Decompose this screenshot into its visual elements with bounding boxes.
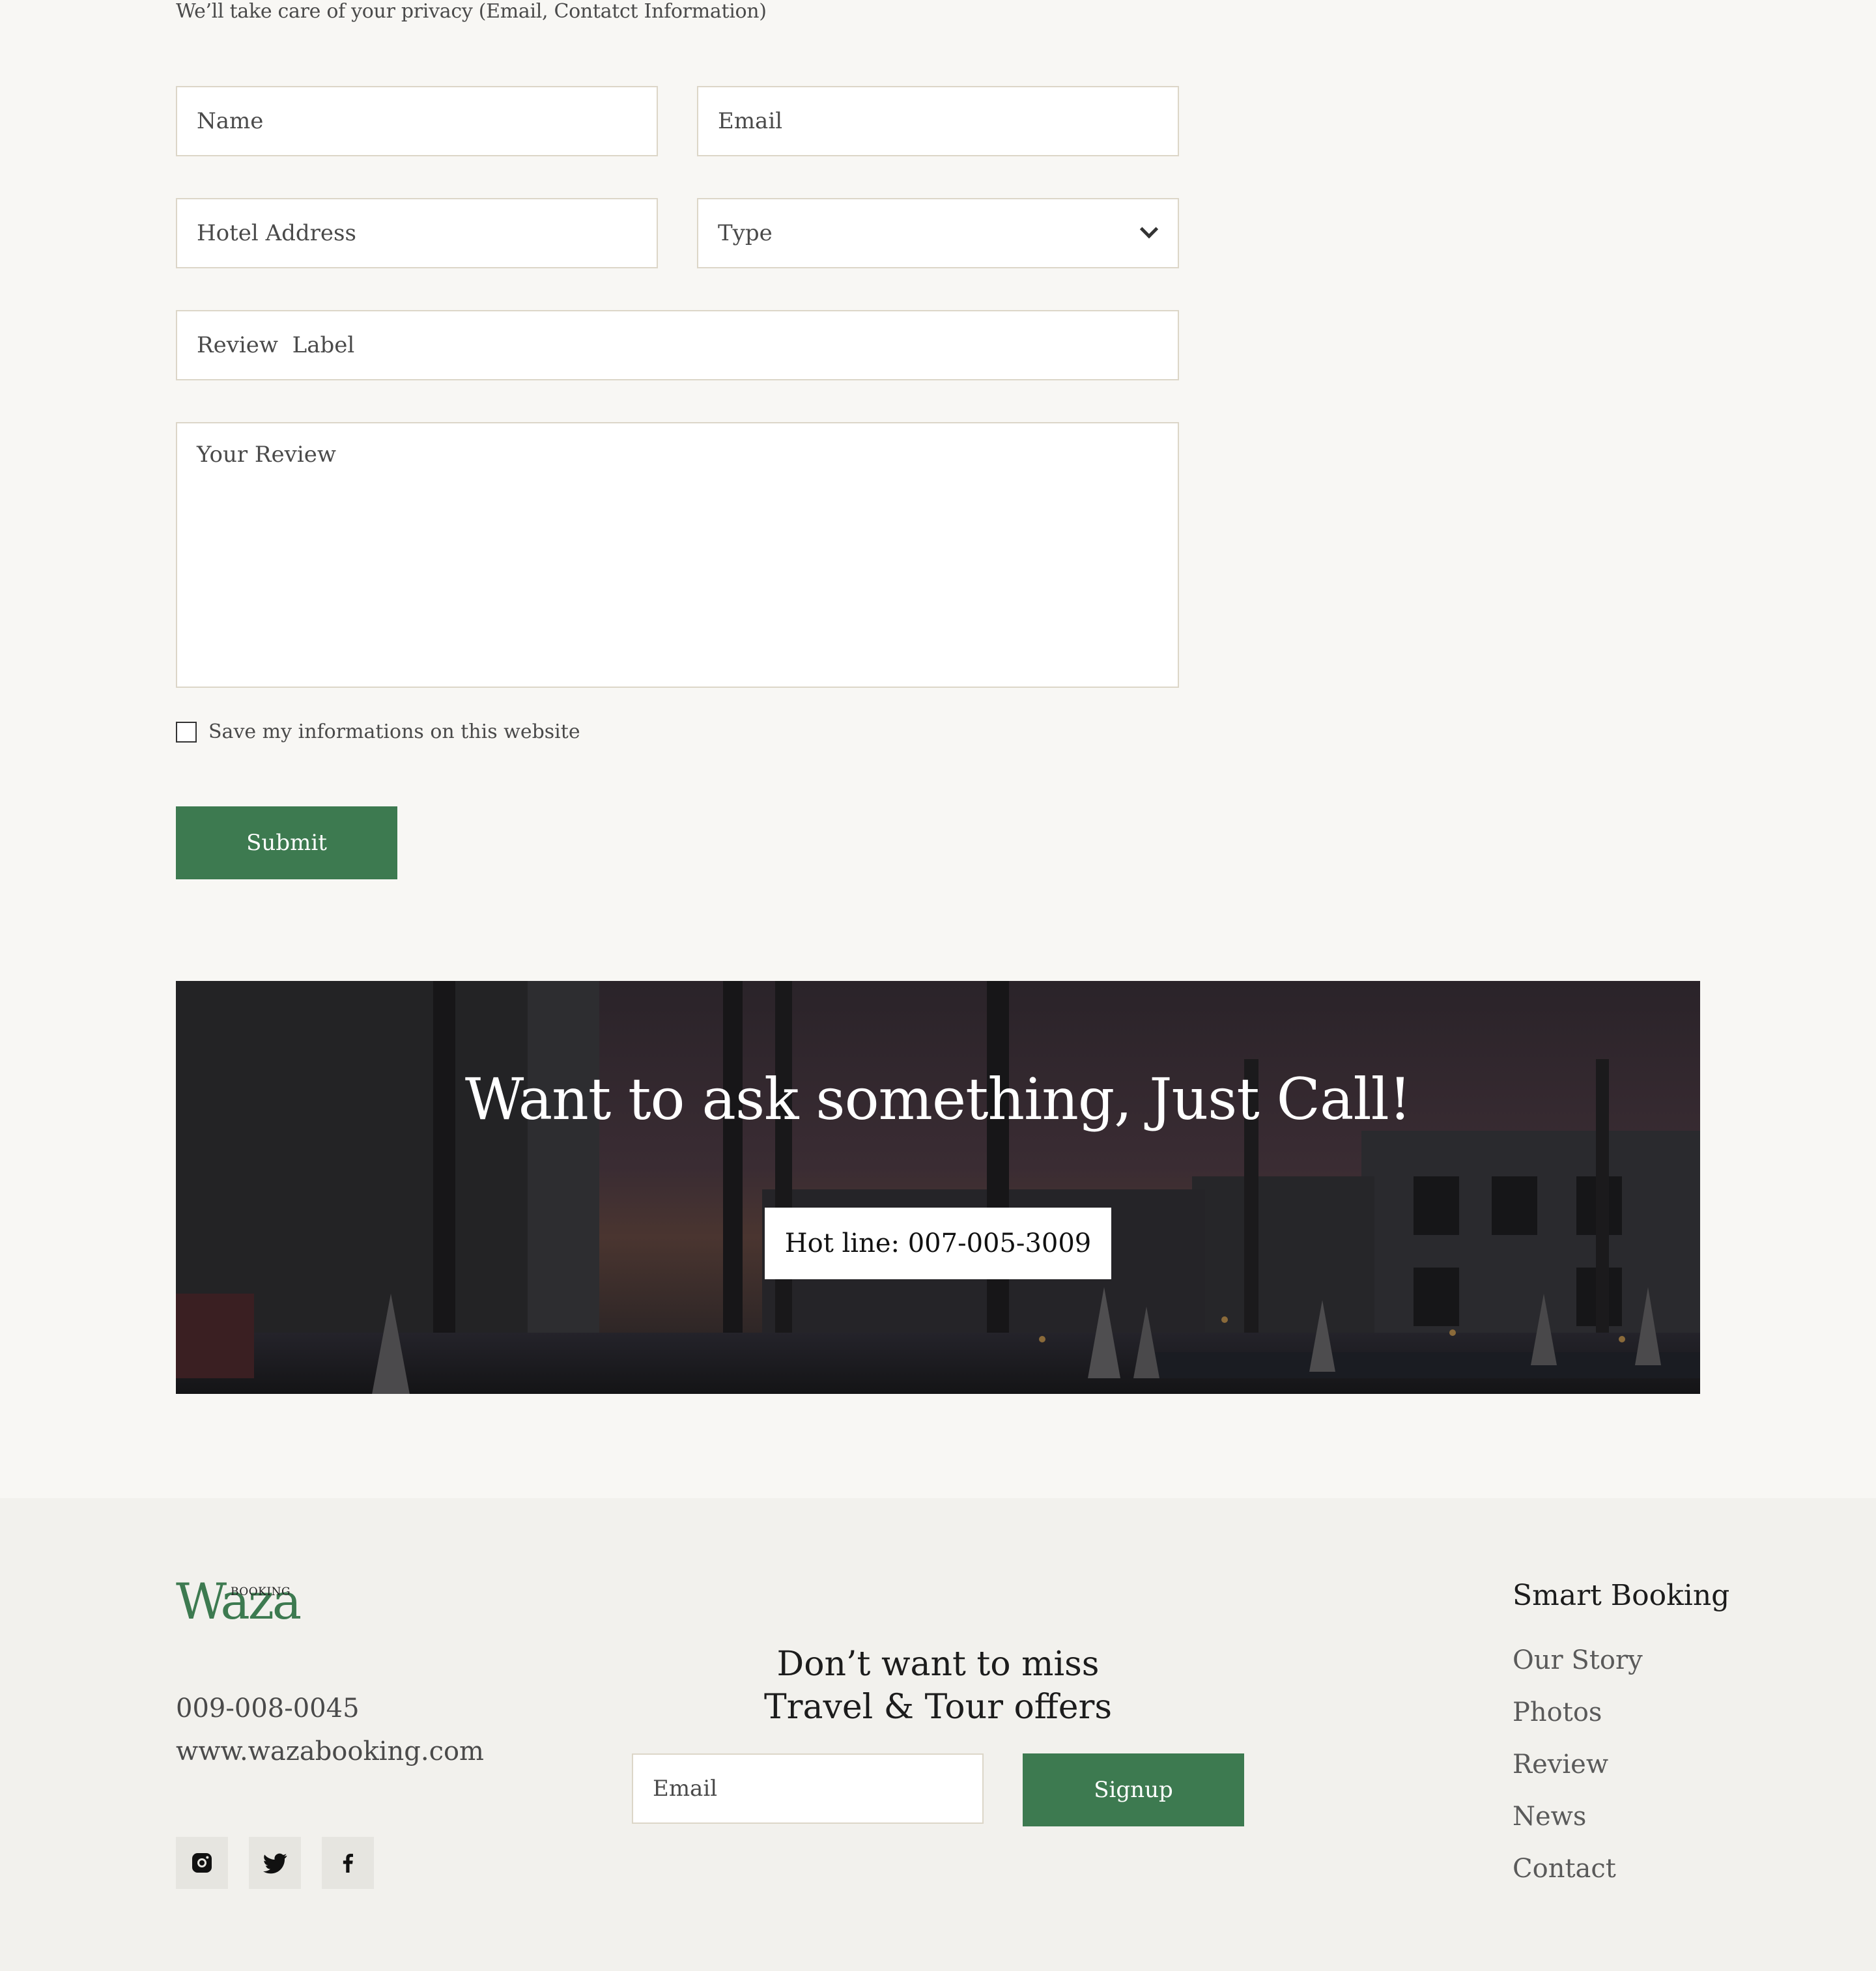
save-info-label: Save my informations on this website: [208, 720, 580, 743]
submit-button[interactable]: Submit: [176, 806, 397, 879]
footer-link-news[interactable]: News: [1513, 1802, 1586, 1832]
newsletter-title-line2: Travel & Tour offers: [763, 1688, 1113, 1727]
logo-text: Waza: [176, 1572, 302, 1630]
type-select[interactable]: Type: [697, 198, 1179, 268]
hotel-address-field[interactable]: [176, 198, 658, 268]
waza-logo[interactable]: Waza BOOKING: [176, 1572, 302, 1630]
footer-links-title: Smart Booking: [1513, 1579, 1730, 1612]
twitter-icon[interactable]: [249, 1837, 301, 1889]
hotline-button[interactable]: Hot line: 007-005-3009: [765, 1208, 1111, 1279]
type-select-value: Type: [718, 220, 773, 246]
footer-link-review[interactable]: Review: [1513, 1750, 1608, 1780]
footer-link-our-story[interactable]: Our Story: [1513, 1645, 1643, 1675]
review-label-field[interactable]: [176, 310, 1179, 380]
banner-title: Want to ask something, Just Call!: [464, 1066, 1412, 1133]
newsletter-email-field[interactable]: [632, 1753, 984, 1824]
review-label-input[interactable]: [177, 311, 1178, 379]
name-field[interactable]: [176, 86, 658, 156]
newsletter-email-input[interactable]: [633, 1755, 982, 1822]
footer-website[interactable]: www.wazabooking.com: [176, 1737, 484, 1766]
instagram-icon[interactable]: [176, 1837, 228, 1889]
name-input[interactable]: [177, 87, 657, 155]
footer: Waza BOOKING 009-008-0045 www.wazabookin…: [0, 1498, 1876, 1971]
save-info-checkbox[interactable]: [176, 721, 197, 743]
review-textarea[interactable]: [177, 423, 1178, 687]
footer-phone: 009-008-0045: [176, 1694, 360, 1723]
facebook-icon[interactable]: [322, 1837, 374, 1889]
email-input[interactable]: [698, 87, 1178, 155]
email-field[interactable]: [697, 86, 1179, 156]
footer-link-photos[interactable]: Photos: [1513, 1697, 1602, 1727]
hotel-address-input[interactable]: [177, 199, 657, 267]
signup-button[interactable]: Signup: [1023, 1753, 1244, 1826]
logo-subtext: BOOKING: [231, 1585, 291, 1598]
newsletter-title-line1: Don’t want to miss: [776, 1645, 1100, 1684]
newsletter-title: Don’t want to miss Travel & Tour offers: [632, 1643, 1244, 1729]
footer-link-contact[interactable]: Contact: [1513, 1854, 1616, 1884]
review-textarea-field[interactable]: [176, 422, 1179, 688]
call-banner: Want to ask something, Just Call! Hot li…: [176, 981, 1700, 1394]
resort-night-photo: [176, 981, 1700, 1394]
privacy-note: We’ll take care of your privacy (Email, …: [176, 0, 767, 23]
save-info-row[interactable]: Save my informations on this website: [176, 720, 580, 743]
